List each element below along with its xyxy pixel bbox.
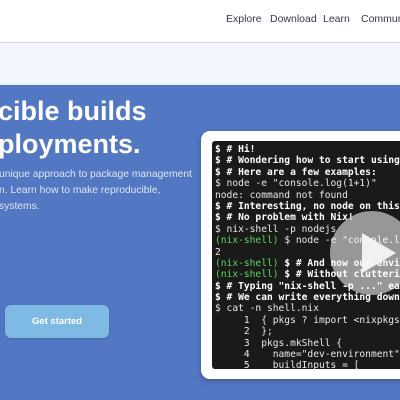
terminal-text: 3 pkgs.mkShell { [215,337,343,349]
terminal-text: $ nix-shell -p nodejs [215,223,337,235]
terminal-line: $ cat -n shell.nix [215,303,400,314]
terminal-text: $ node -e "console.log(1+1)" [215,178,377,190]
terminal-text: $ # Here are a few examples: [215,166,377,178]
terminal-line: 4 name="dev-environment"; [215,349,400,360]
terminal-text: (nix-shell) [215,257,285,269]
terminal-text: (nix-shell) [215,235,285,247]
hero-description-line-2: n. Learn how to make reproducible, [0,185,161,196]
terminal-text: 2 [215,246,221,258]
terminal-text: 5 buildInputs = [ [215,360,360,369]
terminal-line: node: command not found [215,190,400,201]
terminal-text: 1 { pkgs ? import <nixpkgs> { [215,314,400,326]
terminal-line: $ # Hi! [215,144,400,155]
nav-link-explore[interactable]: Explore [226,13,262,25]
get-started-button[interactable]: Get started [5,305,109,338]
terminal-text: $ # Wondering how to start using N [215,155,400,167]
terminal-text: 4 name="dev-environment"; [215,349,400,361]
terminal-line: 5 buildInputs = [ [215,360,400,369]
terminal-text: $ # Hi! [215,144,256,155]
terminal-text: $ cat -n shell.nix [215,303,319,315]
announcement-bar [0,43,400,85]
hero-headline-line-2: ployments. [0,129,141,159]
top-nav: Explore Download Learn Community [0,0,400,43]
terminal-line: 3 pkgs.mkShell { [215,338,400,349]
hero-description-line-3: systems. [0,201,40,212]
terminal-line: $ node -e "console.log(1+1)" [215,178,400,189]
terminal-text: 2 }; [215,326,273,338]
terminal-line: 2 }; [215,326,400,337]
terminal-text: $ # No problem with Nix! [215,212,354,224]
terminal-line: 1 { pkgs ? import <nixpkgs> { [215,315,400,326]
hero-headline: cible builds ployments. [0,95,147,161]
hero-description-line-1: unique approach to package management [0,169,192,180]
terminal-text: (nix-shell) [215,269,285,281]
hero-headline-line-1: cible builds [0,96,147,126]
terminal-line: $ # Here are a few examples: [215,167,400,178]
nav-link-download[interactable]: Download [270,13,317,25]
terminal-text: node: command not found [215,189,348,201]
terminal-line: $ # Wondering how to start using N [215,155,400,166]
nav-link-learn[interactable]: Learn [323,13,350,25]
play-icon [362,233,396,273]
nav-link-community[interactable]: Community [361,13,400,25]
hero-description: unique approach to package management n.… [0,167,192,215]
